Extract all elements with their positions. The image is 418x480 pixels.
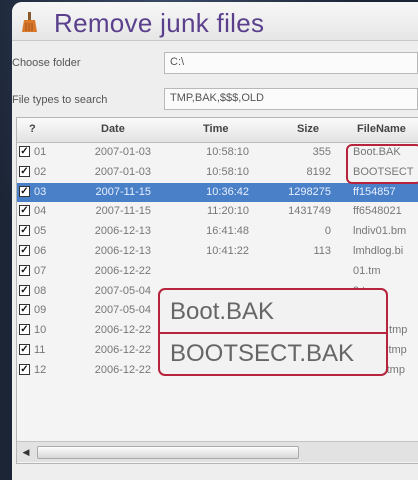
table-header: ? Date Time Size FileName [17, 118, 418, 143]
row-date: 2006-12-22 [94, 264, 151, 277]
table-row[interactable]: ✓ 03 2007-11-15 10:36:42 1298275 ff154857 [17, 182, 418, 202]
broom-icon [22, 12, 37, 32]
filename-highlight-box [346, 144, 418, 184]
zoom-callout: Boot.BAK BOOTSECT.BAK [158, 288, 388, 376]
row-time: 11:20:10 [206, 205, 249, 218]
row-number: 12 [34, 363, 47, 376]
file-types-label: File types to search [12, 94, 108, 106]
row-date: 2006-12-13 [94, 245, 151, 257]
row-date: 2007-05-04 [94, 284, 151, 297]
column-header-check[interactable]: ? [29, 123, 36, 135]
row-size: 1431749 [288, 205, 331, 218]
column-header-time[interactable]: Time [203, 123, 228, 135]
row-checkbox[interactable]: ✓ [19, 363, 30, 375]
row-number: 05 [34, 225, 47, 238]
zoom-filename-2: BOOTSECT.BAK [170, 340, 355, 367]
row-number: 06 [34, 245, 47, 257]
file-types-input[interactable]: TMP,BAK,$$$,OLD [164, 88, 418, 110]
row-checkbox[interactable]: ✓ [19, 165, 30, 177]
row-number: 03 [34, 185, 47, 198]
row-time: 10:58:10 [206, 165, 249, 178]
table-row[interactable]: ✓ 07 2006-12-22 01.tm [17, 262, 418, 281]
row-checkbox[interactable]: ✓ [19, 304, 30, 316]
row-number: 04 [34, 205, 47, 218]
column-header-size[interactable]: Size [297, 123, 319, 135]
row-filename: ff6548021 [353, 205, 402, 218]
row-date: 2006-12-22 [94, 324, 151, 337]
app-window: Remove junk files Choose folder C:\ File… [12, 2, 418, 480]
row-date: 2006-12-13 [94, 225, 151, 238]
title-bar: Remove junk files [12, 2, 418, 41]
row-date: 2007-11-15 [95, 185, 151, 198]
folder-input[interactable]: C:\ [164, 52, 418, 74]
row-number: 09 [34, 304, 47, 317]
row-time: 10:58:10 [206, 146, 249, 158]
row-size: 8192 [306, 165, 331, 178]
row-size: 0 [324, 225, 331, 238]
table-row[interactable]: ✓ 06 2006-12-13 10:41:22 113 lmhdlog.bi [17, 242, 418, 261]
window-title: Remove junk files [54, 8, 265, 38]
row-size: 355 [312, 146, 331, 158]
row-date: 2007-01-03 [94, 146, 151, 158]
row-time: 16:41:48 [206, 225, 249, 238]
row-filename: ff154857 [353, 185, 396, 198]
row-date: 2006-12-22 [94, 363, 151, 376]
row-checkbox[interactable]: ✓ [19, 146, 30, 157]
row-checkbox[interactable]: ✓ [19, 245, 30, 256]
folder-label: Choose folder [12, 57, 81, 69]
row-time: 10:36:42 [206, 185, 249, 198]
row-time: 10:41:22 [206, 245, 249, 257]
row-number: 07 [34, 264, 47, 277]
row-filename: lndiv01.bm [353, 225, 407, 238]
horizontal-scrollbar[interactable]: ◀ [17, 441, 418, 462]
row-checkbox[interactable]: ✓ [19, 264, 30, 276]
row-number: 08 [34, 284, 47, 297]
table-row[interactable]: ✓ 04 2007-11-15 11:20:10 1431749 ff6548021 [17, 202, 418, 221]
row-checkbox[interactable]: ✓ [19, 225, 30, 237]
row-date: 2006-12-22 [94, 344, 151, 356]
row-checkbox[interactable]: ✓ [19, 185, 30, 197]
row-filename: lmhdlog.bi [353, 245, 404, 257]
zoom-divider [160, 332, 386, 334]
row-number: 01 [34, 146, 47, 158]
row-checkbox[interactable]: ✓ [19, 284, 30, 296]
row-checkbox[interactable]: ✓ [19, 344, 30, 355]
row-number: 11 [34, 344, 46, 356]
row-size: 1298275 [288, 185, 331, 198]
row-checkbox[interactable]: ✓ [19, 205, 30, 217]
column-header-date[interactable]: Date [101, 123, 125, 135]
row-number: 10 [34, 324, 47, 337]
row-date: 2007-05-04 [94, 304, 151, 317]
row-date: 2007-01-03 [94, 165, 151, 178]
scroll-left-arrow-icon[interactable]: ◀ [20, 446, 32, 458]
row-date: 2007-11-15 [95, 205, 151, 218]
table-row[interactable]: ✓ 05 2006-12-13 16:41:48 0 lndiv01.bm [17, 222, 418, 241]
row-size: 113 [313, 245, 331, 257]
scrollbar-thumb[interactable] [37, 446, 299, 459]
column-header-filename[interactable]: FileName [357, 123, 406, 135]
row-filename: 01.tm [353, 264, 381, 277]
row-checkbox[interactable]: ✓ [19, 324, 30, 336]
zoom-filename-1: Boot.BAK [170, 298, 275, 325]
row-number: 02 [34, 165, 47, 178]
